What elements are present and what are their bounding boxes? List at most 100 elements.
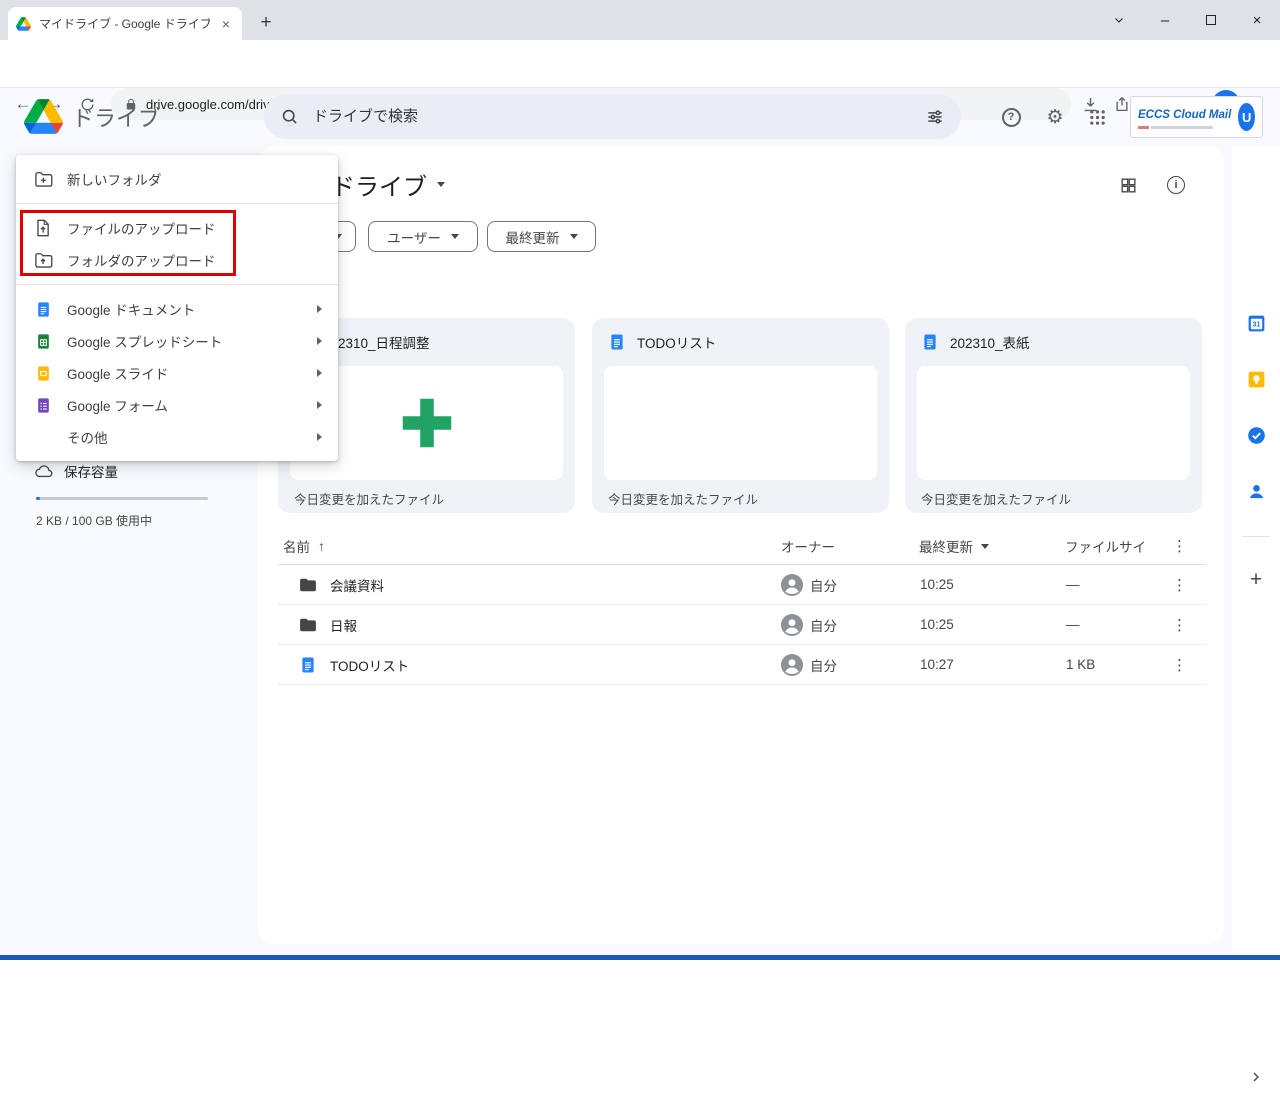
card-reason: 今日変更を加えたファイル xyxy=(608,493,759,507)
filter-chip-people[interactable]: ユーザー xyxy=(368,221,478,252)
table-row[interactable]: 会議資料 自分 10:25 — ⋮ xyxy=(278,565,1206,605)
sort-descending-icon xyxy=(981,543,989,549)
row-more-options-icon[interactable]: ⋮ xyxy=(1172,605,1187,644)
settings-gear-icon[interactable]: ⚙ xyxy=(1041,103,1069,131)
contacts-icon[interactable] xyxy=(1240,475,1272,507)
eccs-account-badge[interactable]: ECCS Cloud Mail U xyxy=(1130,96,1263,138)
menu-item-label: Google スプレッドシート xyxy=(67,335,223,350)
card-title: 202310_日程調整 xyxy=(323,336,430,351)
new-tab-button[interactable]: + xyxy=(252,9,280,37)
grid-view-toggle-icon[interactable] xyxy=(1114,171,1142,199)
menu-item-new-folder[interactable]: 新しいフォルダ xyxy=(16,163,338,195)
card-title: 202310_表紙 xyxy=(950,336,1030,351)
menu-item-google-sheets[interactable]: Google スプレッドシート xyxy=(16,325,338,357)
window-bottom-edge xyxy=(0,955,1280,960)
owner-avatar xyxy=(780,605,804,644)
chevron-down-icon xyxy=(450,234,459,239)
menu-item-folder-upload[interactable]: フォルダのアップロード xyxy=(16,244,338,276)
modified-time: 10:25 xyxy=(920,577,954,592)
window-controls: – × xyxy=(1096,0,1280,40)
svg-text:31: 31 xyxy=(1252,321,1260,328)
menu-item-google-docs[interactable]: Google ドキュメント xyxy=(16,293,338,325)
storage-progress-bar xyxy=(36,497,208,500)
menu-divider xyxy=(16,284,338,285)
folder-icon xyxy=(298,565,318,604)
suggestion-card[interactable]: TODOリスト 今日変更を加えたファイル xyxy=(592,318,889,513)
table-row[interactable]: 日報 自分 10:25 — ⋮ xyxy=(278,605,1206,645)
drive-logo xyxy=(24,99,63,134)
keep-icon[interactable] xyxy=(1240,363,1272,395)
storage-section[interactable]: 保存容量 xyxy=(34,461,118,481)
drive-favicon xyxy=(16,16,31,31)
header-more-options-icon[interactable]: ⋮ xyxy=(1172,528,1187,564)
menu-item-label: Google ドキュメント xyxy=(67,303,196,318)
window-minimize-button[interactable]: – xyxy=(1142,0,1188,40)
new-folder-icon xyxy=(33,169,53,189)
docs-file-icon xyxy=(921,333,939,351)
folder-upload-icon xyxy=(33,250,53,270)
browser-toolbar: ← → drive.google.com/drive/my-drive ☆ U … xyxy=(0,40,1280,120)
app-name: ドライブ xyxy=(72,106,161,131)
sheets-file-icon xyxy=(33,333,53,350)
add-addon-plus-icon[interactable]: + xyxy=(1240,564,1272,596)
card-reason: 今日変更を加えたファイル xyxy=(294,493,445,507)
window-close-button[interactable]: × xyxy=(1234,0,1280,40)
suggestion-card[interactable]: 202310_表紙 今日変更を加えたファイル xyxy=(905,318,1202,513)
details-info-icon[interactable]: i xyxy=(1162,171,1190,199)
modified-time: 10:27 xyxy=(920,657,954,672)
search-options-tune-icon[interactable] xyxy=(925,107,945,127)
file-upload-icon xyxy=(33,218,53,238)
column-header-modified[interactable]: 最終更新 xyxy=(919,528,989,564)
chip-label: 最終更新 xyxy=(505,230,560,246)
window-chevron-icon[interactable] xyxy=(1096,0,1142,40)
search-icon[interactable] xyxy=(280,107,299,126)
calendar-icon[interactable]: 31 xyxy=(1240,307,1272,339)
google-apps-grid-icon[interactable] xyxy=(1083,103,1111,131)
file-size: — xyxy=(1066,577,1080,592)
row-more-options-icon[interactable]: ⋮ xyxy=(1172,645,1187,684)
table-row[interactable]: TODOリスト 自分 10:27 1 KB ⋮ xyxy=(278,645,1206,685)
workspace-side-rail: 31 + xyxy=(1232,146,1280,1082)
drive-search-bar[interactable] xyxy=(264,94,961,139)
badge-subtext xyxy=(1138,126,1231,129)
menu-item-file-upload[interactable]: ファイルのアップロード xyxy=(16,212,338,244)
expand-side-panel-chevron-icon[interactable] xyxy=(1240,1061,1272,1093)
storage-label: 保存容量 xyxy=(64,465,118,480)
row-more-options-icon[interactable]: ⋮ xyxy=(1172,565,1187,604)
column-header-name[interactable]: 名前 ↑ xyxy=(283,528,325,564)
owner-avatar xyxy=(780,565,804,604)
tab-title: マイドライブ - Google ドライブ xyxy=(39,17,210,31)
chevron-down-icon xyxy=(569,234,578,239)
column-header-owner[interactable]: オーナー xyxy=(781,528,835,564)
account-avatar[interactable]: U xyxy=(1238,103,1255,131)
cloud-icon xyxy=(34,461,54,481)
folder-icon xyxy=(298,605,318,644)
owner-name: 自分 xyxy=(810,618,837,634)
storage-progress-fill xyxy=(36,497,40,500)
file-name: TODOリスト xyxy=(330,658,410,674)
column-header-size[interactable]: ファイルサイ xyxy=(1065,528,1146,564)
sheets-preview-cross xyxy=(402,398,451,448)
menu-item-label: Google フォーム xyxy=(67,399,168,414)
tab-close-icon[interactable]: × xyxy=(218,16,234,32)
browser-tab[interactable]: マイドライブ - Google ドライブ × xyxy=(8,7,242,40)
search-input[interactable] xyxy=(313,108,911,125)
card-title: TODOリスト xyxy=(637,336,717,351)
help-icon[interactable]: ? xyxy=(997,103,1025,131)
menu-item-label: その他 xyxy=(67,431,108,446)
chevron-down-icon xyxy=(437,181,445,187)
submenu-arrow-icon xyxy=(317,369,322,377)
menu-item-google-forms[interactable]: Google フォーム xyxy=(16,389,338,421)
menu-item-google-slides[interactable]: Google スライド xyxy=(16,357,338,389)
file-name: 日報 xyxy=(330,618,357,634)
badge-title: ECCS Cloud Mail xyxy=(1138,109,1232,121)
filter-chip-modified[interactable]: 最終更新 xyxy=(487,221,596,252)
menu-item-label: 新しいフォルダ xyxy=(67,173,162,188)
menu-item-label: Google スライド xyxy=(67,367,169,382)
menu-item-label: ファイルのアップロード xyxy=(67,222,216,237)
table-header-row: 名前 ↑ オーナー 最終更新 ファイルサイ ⋮ xyxy=(278,528,1206,565)
browser-tabstrip: マイドライブ - Google ドライブ × + – × xyxy=(0,0,1280,40)
window-maximize-button[interactable] xyxy=(1188,0,1234,40)
tasks-icon[interactable] xyxy=(1240,419,1272,451)
menu-item-more[interactable]: その他 xyxy=(16,421,338,453)
